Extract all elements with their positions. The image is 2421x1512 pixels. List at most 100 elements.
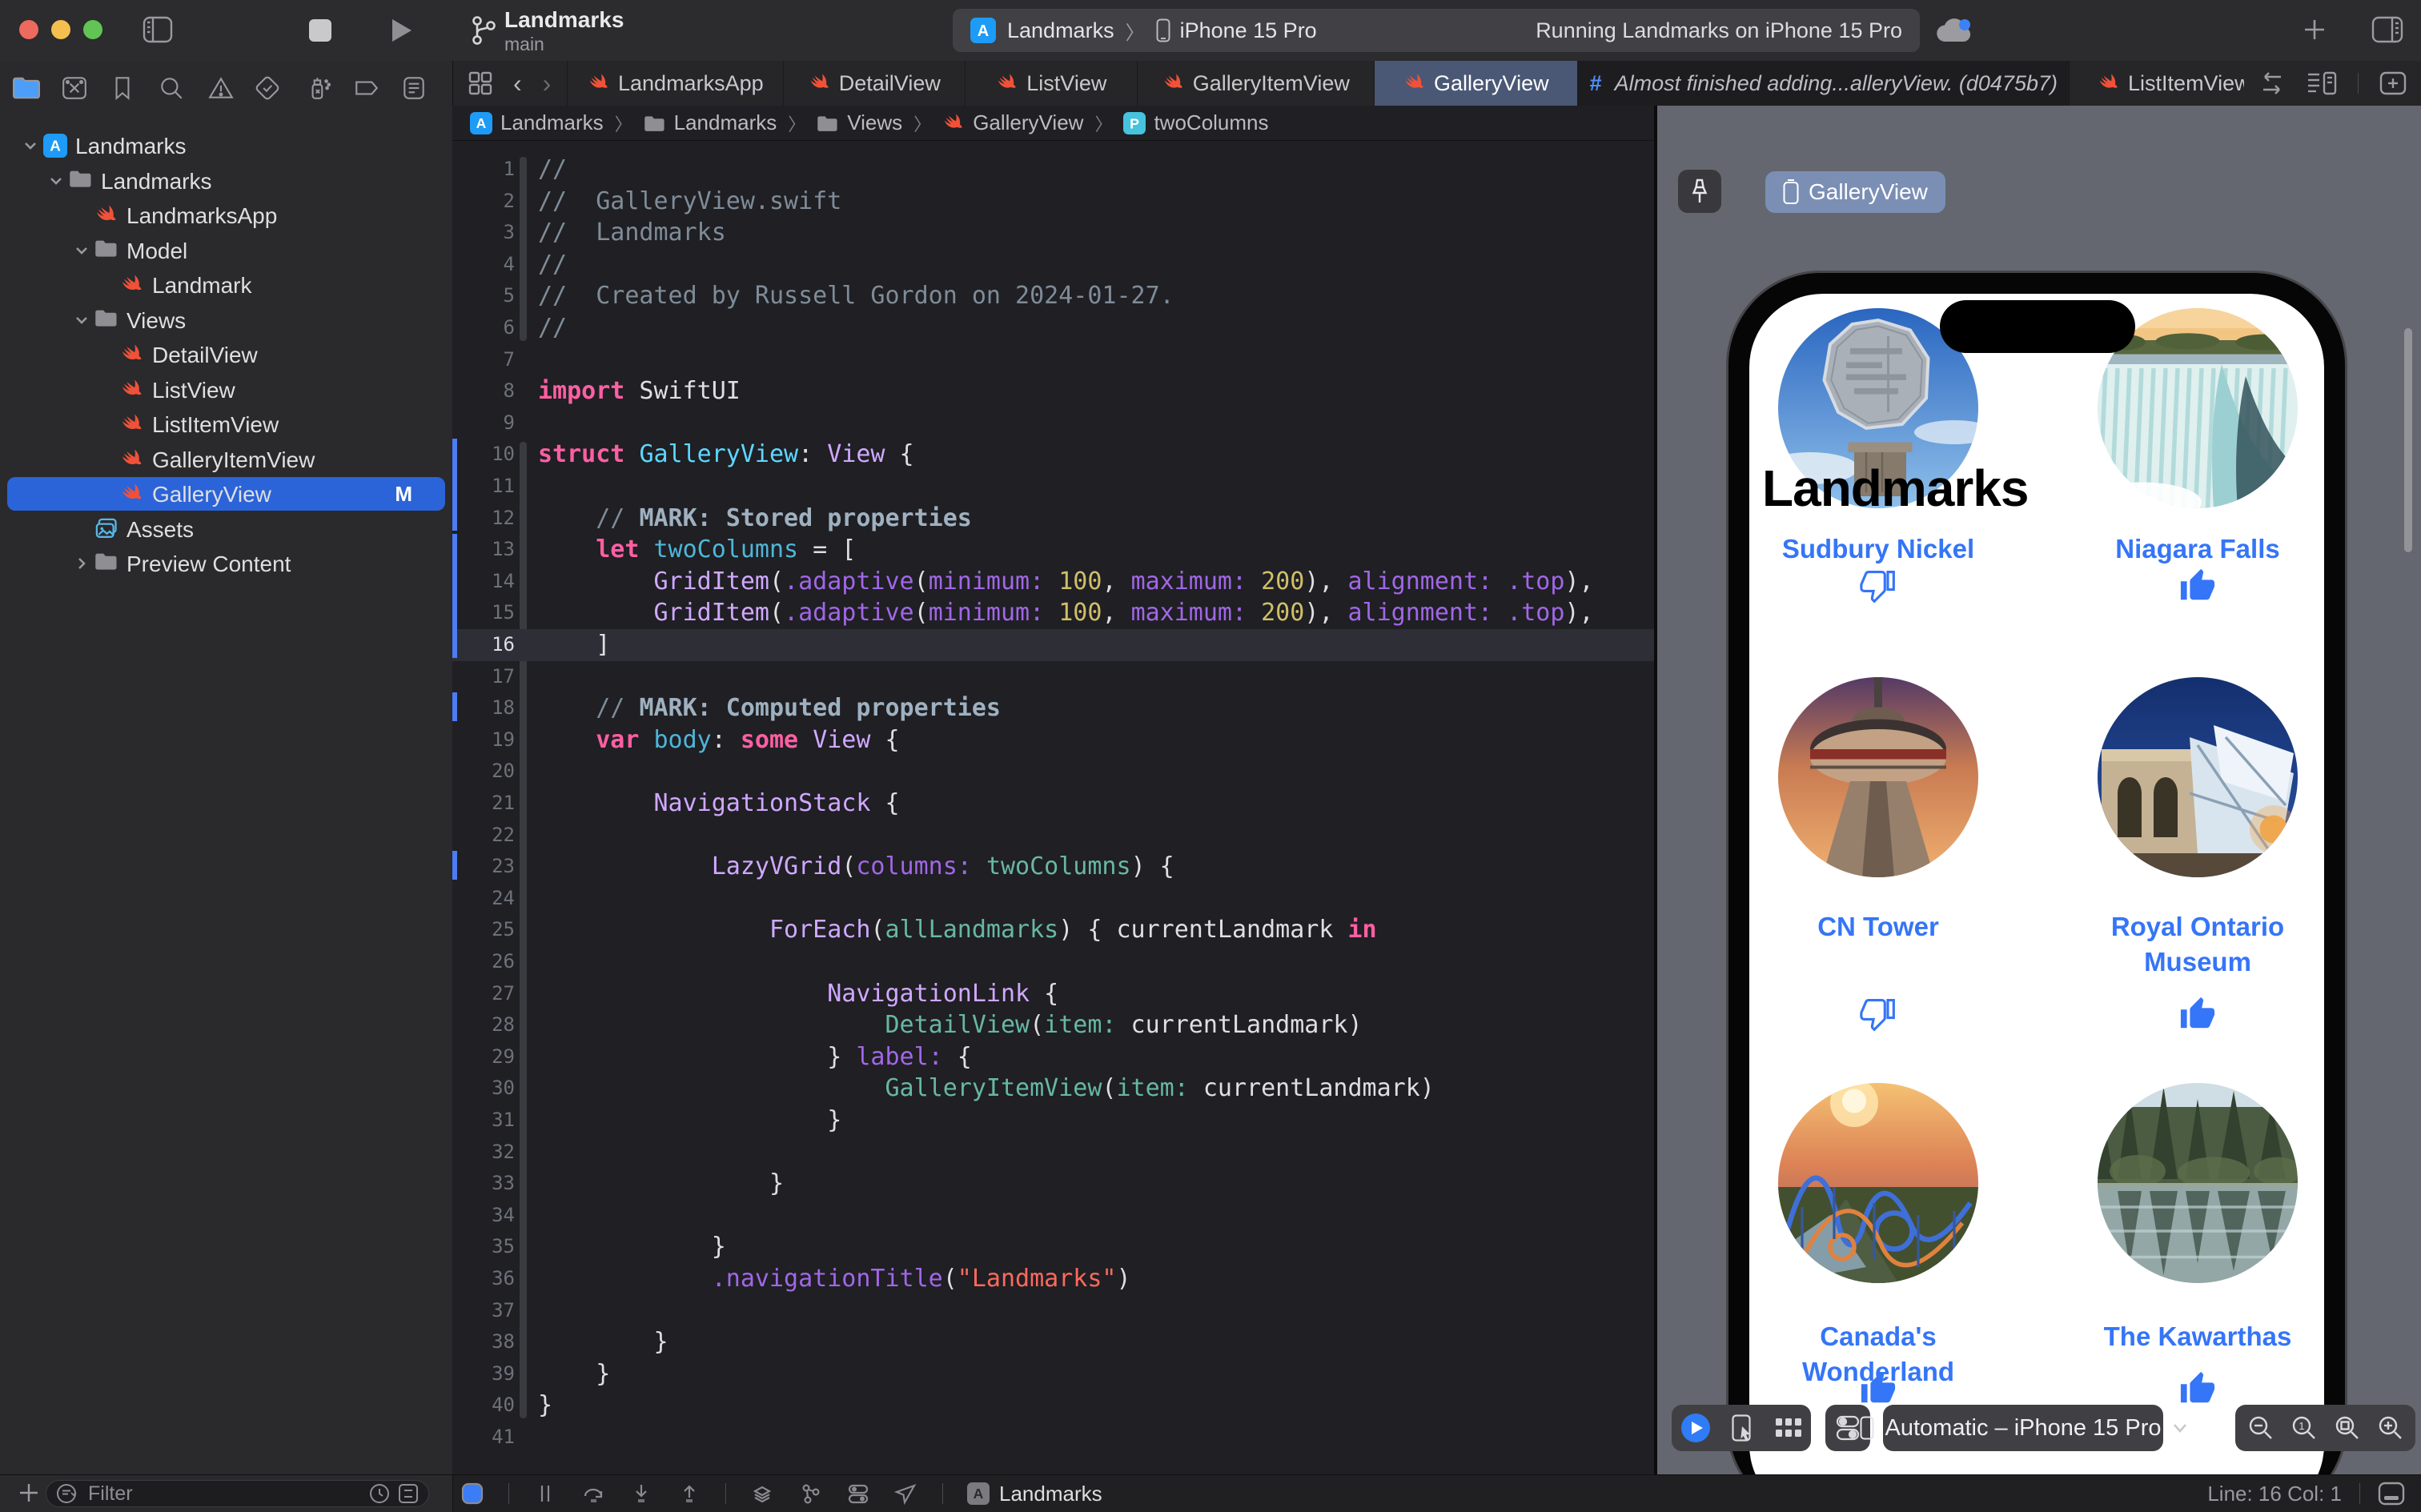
code-line-36[interactable]: 36 .navigationTitle("Landmarks") xyxy=(452,1263,1654,1295)
code-line-37[interactable]: 37 xyxy=(452,1295,1654,1327)
minimap-editor-options-icon[interactable] xyxy=(2307,71,2337,95)
step-over-button[interactable] xyxy=(581,1482,605,1506)
landmark-photo-canada-s-wonderland[interactable] xyxy=(1778,1083,1978,1283)
navigator-issues-icon[interactable] xyxy=(207,74,235,102)
code-line-41[interactable]: 41 xyxy=(452,1422,1654,1454)
code-line-6[interactable]: 6// xyxy=(452,312,1654,344)
code-line-19[interactable]: 19 var body: some View { xyxy=(452,724,1654,756)
sidebar-item-model[interactable]: Model xyxy=(0,233,452,268)
tab-listview[interactable]: ListView xyxy=(966,61,1138,106)
debug-area-toggle[interactable] xyxy=(2378,1482,2405,1506)
code-line-26[interactable]: 26 xyxy=(452,946,1654,978)
source-editor[interactable]: 1//2// GalleryView.swift3// Landmarks4//… xyxy=(452,141,1654,1474)
navigator-reports-icon[interactable] xyxy=(400,74,428,102)
disclosure-down-icon[interactable] xyxy=(74,243,91,260)
sidebar-item-listitemview[interactable]: ListItemView xyxy=(0,407,452,442)
preview-device-menu[interactable]: Automatic – iPhone 15 Pro xyxy=(1860,1415,2187,1442)
code-line-40[interactable]: 40} xyxy=(452,1390,1654,1422)
code-line-32[interactable]: 32 xyxy=(452,1137,1654,1169)
zoom-fit-icon[interactable] xyxy=(2335,1415,2360,1441)
sidebar-item-galleryitemview[interactable]: GalleryItemView xyxy=(0,442,452,477)
navigator-tests-icon[interactable] xyxy=(254,74,281,102)
add-file-button[interactable] xyxy=(18,1482,40,1504)
code-line-21[interactable]: 21 NavigationStack { xyxy=(452,788,1654,820)
landmark-photo-cn-tower[interactable] xyxy=(1778,677,1978,877)
step-into-button[interactable] xyxy=(629,1482,653,1506)
breakpoints-toggle[interactable] xyxy=(460,1482,484,1506)
memory-graph-button[interactable] xyxy=(798,1482,822,1506)
code-line-24[interactable]: 24 xyxy=(452,883,1654,915)
canvas-scrollbar[interactable] xyxy=(2404,328,2412,552)
code-line-16[interactable]: 16 ] xyxy=(452,629,1654,661)
breadcrumb-galleryview[interactable]: GalleryView xyxy=(942,110,1083,135)
breadcrumb-twocolumns[interactable]: PtwoColumns xyxy=(1123,110,1268,135)
code-line-29[interactable]: 29 } label: { xyxy=(452,1041,1654,1073)
landmark-name-cn-tower[interactable]: CN Tower xyxy=(1754,909,2002,944)
landmark-name-royal-ontario-museum[interactable]: Royal Ontario Museum xyxy=(2074,909,2322,980)
code-line-9[interactable]: 9 xyxy=(452,407,1654,439)
pin-preview-button[interactable] xyxy=(1678,170,1721,213)
disclosure-down-icon[interactable] xyxy=(22,138,40,155)
navigator-debug-icon[interactable] xyxy=(305,74,332,102)
landmark-name-the-kawarthas[interactable]: The Kawarthas xyxy=(2074,1319,2322,1354)
view-debugger-button[interactable] xyxy=(750,1482,774,1506)
code-line-31[interactable]: 31 } xyxy=(452,1105,1654,1137)
environment-overrides-button[interactable] xyxy=(846,1482,870,1506)
tab-almost-finished-adding-alleryview-d0475b7-[interactable]: #Almost finished adding...alleryView. (d… xyxy=(1578,61,2070,106)
sidebar-item-views[interactable]: Views xyxy=(0,303,452,338)
sidebar-item-detailview[interactable]: DetailView xyxy=(0,337,452,372)
code-line-15[interactable]: 15 GridItem(.adaptive(minimum: 100, maxi… xyxy=(452,597,1654,629)
code-line-18[interactable]: 18 // MARK: Computed properties xyxy=(452,692,1654,724)
code-line-5[interactable]: 5// Created by Russell Gordon on 2024-01… xyxy=(452,280,1654,312)
code-line-4[interactable]: 4// xyxy=(452,249,1654,281)
preview-variants-button[interactable] xyxy=(1775,1416,1802,1440)
add-tab-button[interactable] xyxy=(2303,18,2327,42)
sidebar-item-listview[interactable]: ListView xyxy=(0,372,452,407)
tab-galleryitemview[interactable]: GalleryItemView xyxy=(1138,61,1375,106)
sidebar-toggle-icon[interactable] xyxy=(143,16,173,43)
breadcrumb-views[interactable]: Views xyxy=(817,110,902,135)
code-line-7[interactable]: 7 xyxy=(452,344,1654,376)
selectable-preview-button[interactable] xyxy=(1732,1414,1754,1442)
code-line-23[interactable]: 23 LazyVGrid(columns: twoColumns) { xyxy=(452,851,1654,883)
sidebar-item-preview-content[interactable]: Preview Content xyxy=(0,546,452,581)
sidebar-item-landmarksapp[interactable]: LandmarksApp xyxy=(0,198,452,233)
landmark-photo-royal-ontario-museum[interactable] xyxy=(2098,677,2298,877)
simulate-location-button[interactable] xyxy=(894,1482,918,1506)
code-line-33[interactable]: 33 } xyxy=(452,1168,1654,1200)
code-line-30[interactable]: 30 GalleryItemView(item: currentLandmark… xyxy=(452,1073,1654,1105)
running-app-label[interactable]: ALandmarks xyxy=(967,1482,1102,1506)
code-line-8[interactable]: 8import SwiftUI xyxy=(452,375,1654,407)
device-settings-button[interactable] xyxy=(1836,1414,1860,1442)
code-line-13[interactable]: 13 let twoColumns = [ xyxy=(452,534,1654,566)
stop-button[interactable] xyxy=(309,19,331,42)
code-line-27[interactable]: 27 NavigationLink { xyxy=(452,978,1654,1010)
code-line-1[interactable]: 1// xyxy=(452,154,1654,186)
zoom-100-icon[interactable]: 1 xyxy=(2291,1415,2317,1441)
code-line-3[interactable]: 3// Landmarks xyxy=(452,217,1654,249)
disclosure-down-icon[interactable] xyxy=(48,173,66,191)
code-line-17[interactable]: 17 xyxy=(452,661,1654,693)
code-line-39[interactable]: 39 } xyxy=(452,1358,1654,1390)
navigator-breakpoints-icon[interactable] xyxy=(353,74,380,102)
code-line-25[interactable]: 25 ForEach(allLandmarks) { currentLandma… xyxy=(452,914,1654,946)
preview-target-chip[interactable]: GalleryView xyxy=(1765,171,1945,213)
run-button[interactable] xyxy=(391,18,413,43)
sidebar-item-landmark[interactable]: Landmark xyxy=(0,267,452,303)
code-line-35[interactable]: 35 } xyxy=(452,1231,1654,1263)
landmark-photo-the-kawarthas[interactable] xyxy=(2098,1083,2298,1283)
landmark-name-niagara-falls[interactable]: Niagara Falls xyxy=(2074,531,2322,567)
related-items-icon[interactable] xyxy=(468,71,492,95)
step-out-button[interactable] xyxy=(677,1482,701,1506)
zoom-window-button[interactable] xyxy=(83,20,102,39)
scheme-project[interactable]: Landmarks xyxy=(1007,18,1114,43)
landmark-name-sudbury-nickel[interactable]: Sudbury Nickel xyxy=(1754,531,2002,567)
code-line-2[interactable]: 2// GalleryView.swift xyxy=(452,186,1654,218)
minimize-window-button[interactable] xyxy=(51,20,70,39)
forward-button[interactable]: › xyxy=(543,69,552,98)
iphone-screen[interactable]: Sudbury Nickel Niagara Falls CN Tower Ro… xyxy=(1749,294,2324,1474)
code-line-28[interactable]: 28 DetailView(item: currentLandmark) xyxy=(452,1009,1654,1041)
sidebar-item-assets[interactable]: Assets xyxy=(0,511,452,547)
navigator-find-icon[interactable] xyxy=(158,74,185,102)
code-line-20[interactable]: 20 xyxy=(452,756,1654,788)
